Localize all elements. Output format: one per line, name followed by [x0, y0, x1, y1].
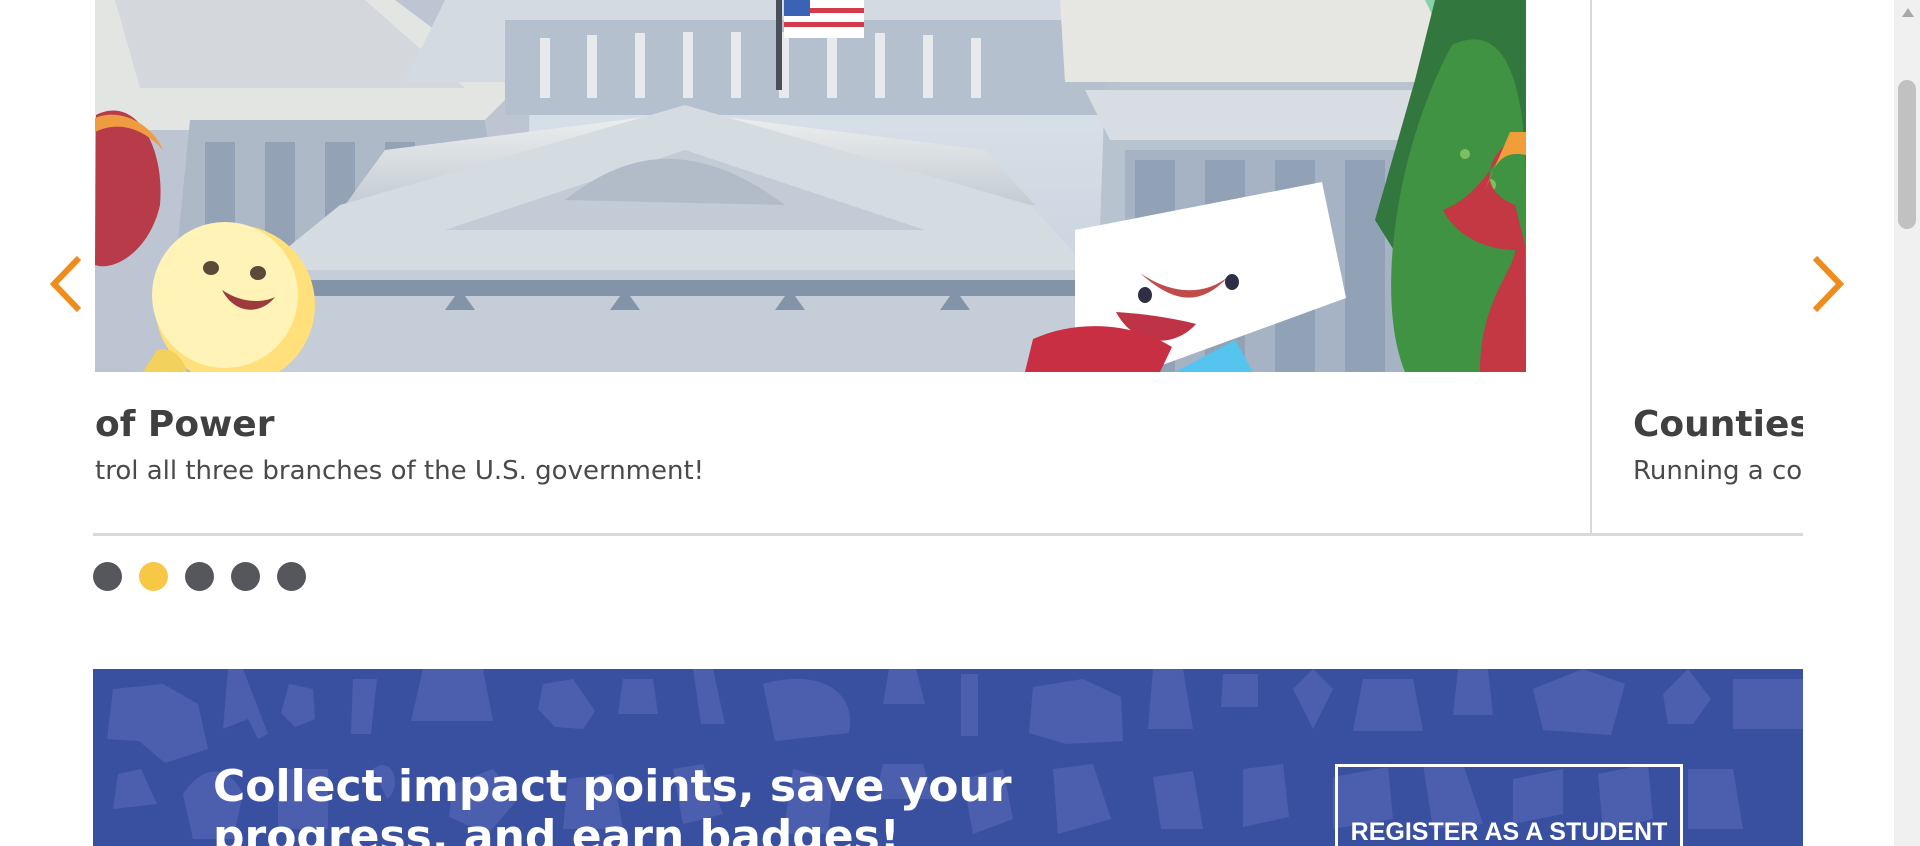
chevron-left-icon[interactable] — [46, 254, 88, 314]
current-slide-title[interactable]: of Power — [95, 403, 274, 447]
vertical-scrollbar[interactable] — [1894, 0, 1920, 846]
carousel-pagination — [93, 561, 306, 591]
next-slide-title[interactable]: Counties W — [1633, 403, 1803, 447]
next-slide-card[interactable]: Counties W Running a co — [1590, 0, 1803, 536]
capitol-building-illustration — [95, 0, 1526, 372]
current-slide-description: trol all three branches of the U.S. gove… — [95, 456, 705, 486]
banner-headline: Collect impact points, save your progres… — [213, 761, 1012, 846]
current-slide-image[interactable] — [95, 0, 1526, 372]
carousel-dot-5[interactable] — [277, 561, 306, 591]
carousel-dot-4[interactable] — [231, 561, 260, 591]
scrollbar-thumb[interactable] — [1898, 80, 1916, 229]
chevron-right-icon[interactable] — [1806, 254, 1848, 314]
page: of Power trol all three branches of the … — [0, 0, 1920, 846]
carousel-dot-2[interactable] — [139, 561, 168, 591]
game-carousel: of Power trol all three branches of the … — [93, 0, 1803, 540]
current-slide-card[interactable]: of Power trol all three branches of the … — [93, 0, 1663, 536]
register-as-student-button[interactable]: REGISTER AS A STUDENT — [1335, 764, 1683, 846]
carousel-dot-1[interactable] — [93, 561, 122, 591]
next-slide-description: Running a co — [1633, 456, 1803, 486]
student-register-banner: Collect impact points, save your progres… — [93, 669, 1803, 846]
carousel-dot-3[interactable] — [185, 561, 214, 591]
scroll-up-icon[interactable] — [1902, 8, 1914, 17]
